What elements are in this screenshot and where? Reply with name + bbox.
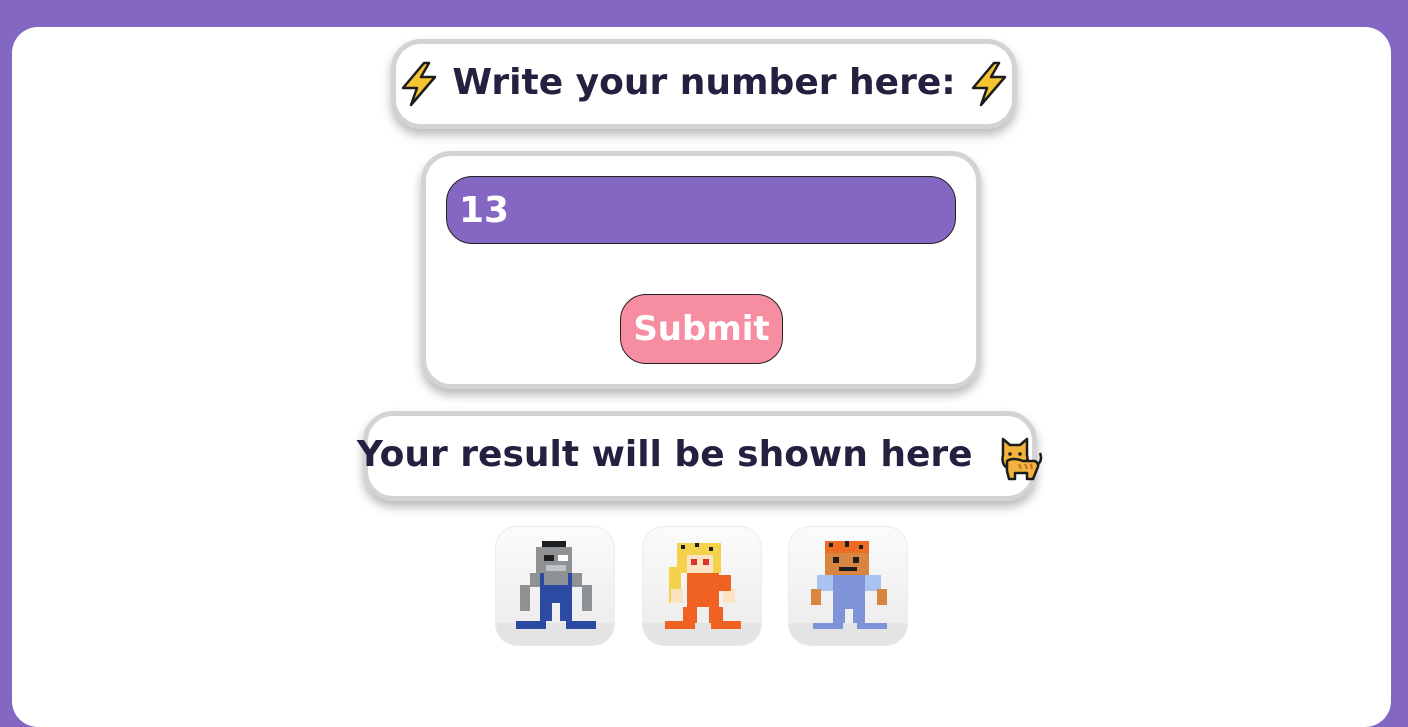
avatar-tiger[interactable] <box>788 526 908 646</box>
cheetah-character-image <box>643 543 761 645</box>
avatar-grey-wolf[interactable] <box>495 526 615 646</box>
submit-button[interactable]: Submit <box>620 294 783 364</box>
cat-icon <box>1001 437 1043 481</box>
title-card: Write your number here: <box>391 39 1017 129</box>
number-form-card: Submit <box>421 151 981 389</box>
lightning-bolt-icon <box>971 61 1007 107</box>
title-label: Write your number here: <box>452 62 956 103</box>
result-card: Your result will be shown here <box>357 411 1043 501</box>
avatar-cheetah[interactable] <box>642 526 762 646</box>
result-message: Your result will be shown here <box>357 431 1043 481</box>
title-heading: Write your number here: <box>398 61 1010 107</box>
tiger-character-image <box>789 541 907 645</box>
result-label: Your result will be shown here <box>356 434 973 475</box>
character-avatars <box>495 526 915 648</box>
number-input[interactable] <box>446 176 956 244</box>
grey-wolf-character-image <box>496 541 614 645</box>
lightning-bolt-icon <box>401 61 437 107</box>
